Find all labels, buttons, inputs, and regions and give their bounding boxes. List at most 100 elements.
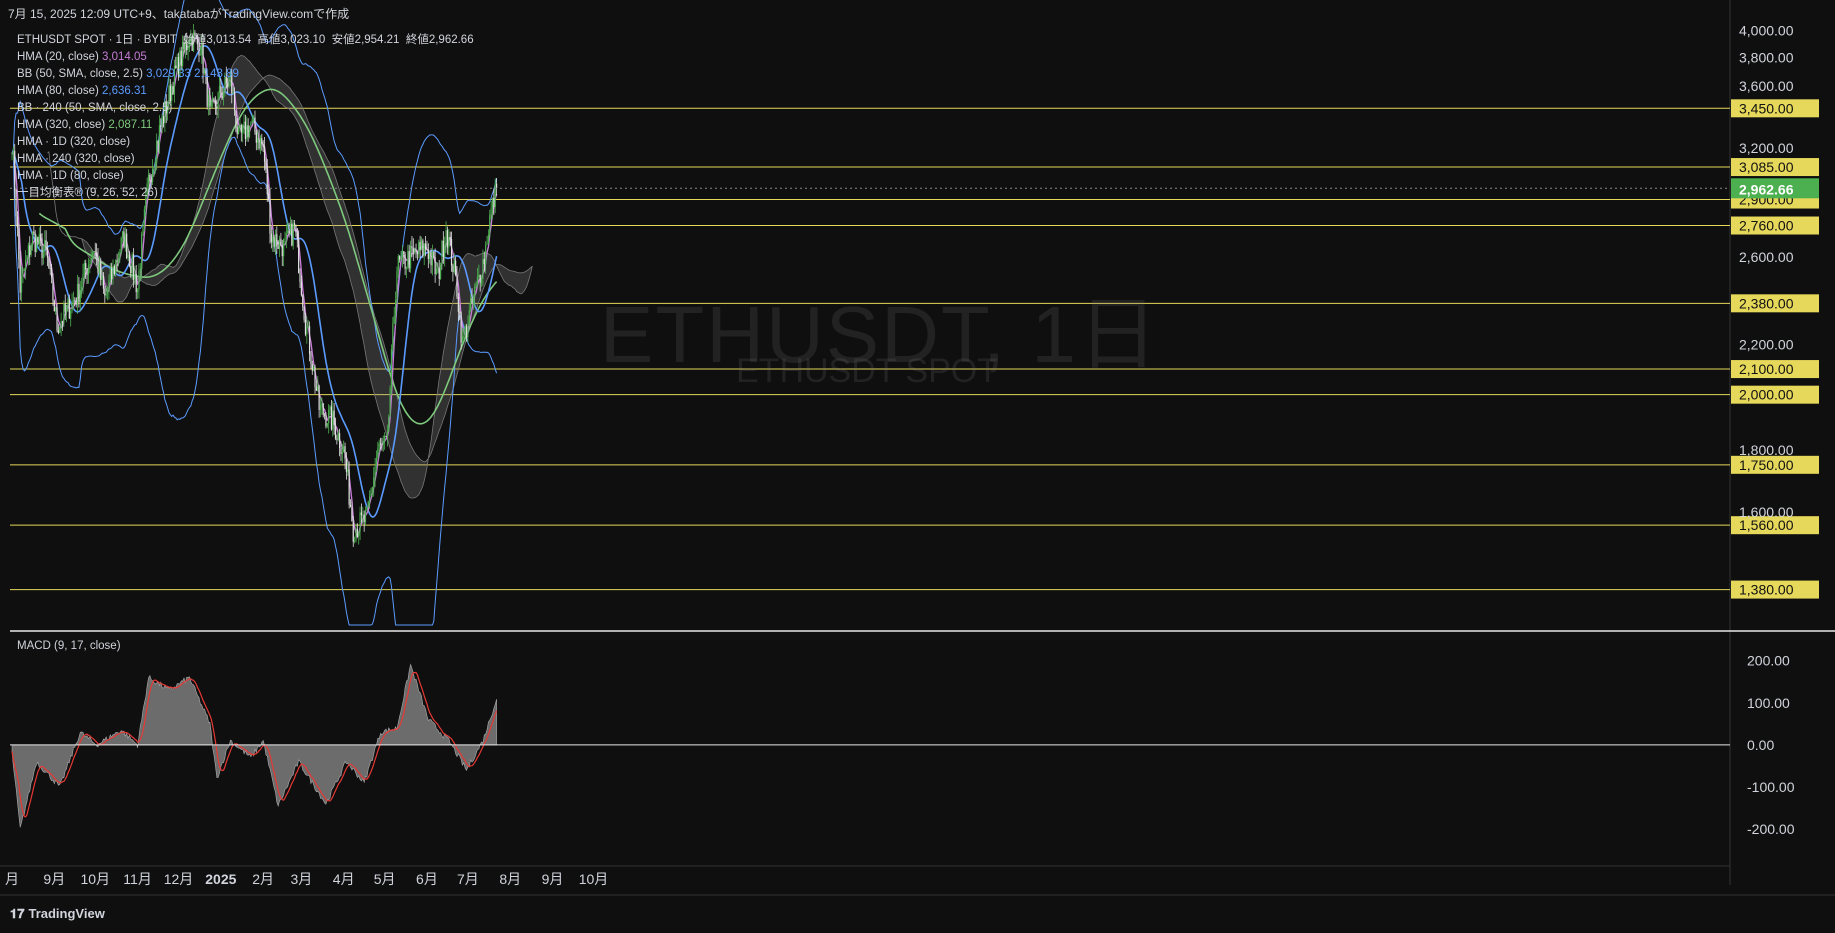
candle-body bbox=[326, 423, 328, 427]
candle-body bbox=[105, 293, 107, 296]
candle-body bbox=[81, 286, 83, 290]
price-axis-tick-label: 3,600.00 bbox=[1739, 78, 1794, 94]
candle-body bbox=[399, 256, 401, 260]
indicator-hma-1d-80[interactable]: HMA · 1D (80, close) bbox=[17, 168, 474, 185]
indicator-name: HMA (80, close) bbox=[17, 85, 99, 97]
candle-body bbox=[456, 274, 458, 297]
candle-body bbox=[446, 230, 449, 248]
candle-body bbox=[438, 267, 440, 279]
candle-body bbox=[46, 247, 49, 258]
candle-body bbox=[423, 243, 425, 256]
candle-body bbox=[495, 183, 498, 189]
indicator-name: HMA · 240 (320, close) bbox=[17, 153, 135, 165]
indicator-bb240[interactable]: BB · 240 (50, SMA, close, 2.5) bbox=[17, 100, 474, 117]
candle-body bbox=[130, 266, 132, 274]
candle-body bbox=[468, 309, 470, 326]
candle-body bbox=[467, 325, 469, 337]
candle-body bbox=[485, 244, 487, 265]
candle-body bbox=[359, 512, 361, 532]
candle-body bbox=[461, 336, 464, 343]
candle-body bbox=[369, 496, 371, 502]
candle-body bbox=[79, 289, 81, 303]
candle-body bbox=[411, 246, 413, 249]
indicator-ichimoku[interactable]: 一目均衡表® (9, 26, 52, 26) bbox=[17, 185, 474, 202]
tradingview-brand-text: TradingView bbox=[28, 906, 105, 921]
candle-body bbox=[397, 256, 399, 272]
candle-body bbox=[400, 257, 402, 260]
candle-body bbox=[276, 234, 278, 247]
candle-body bbox=[287, 230, 289, 234]
candle-body bbox=[272, 236, 274, 243]
candle-body bbox=[115, 260, 117, 274]
candle-body bbox=[72, 300, 75, 302]
candle-body bbox=[343, 446, 345, 453]
candle-body bbox=[48, 257, 50, 269]
candle-body bbox=[356, 528, 358, 537]
candle-body bbox=[44, 240, 46, 250]
candle-body bbox=[490, 208, 492, 215]
candle-body bbox=[74, 300, 76, 302]
candle-body bbox=[450, 239, 453, 266]
candle-body bbox=[16, 216, 19, 228]
candle-body bbox=[409, 246, 412, 269]
indicator-hma-1d-320[interactable]: HMA · 1D (320, close) bbox=[17, 134, 474, 151]
candle-body bbox=[61, 321, 64, 323]
candle-body bbox=[283, 238, 285, 257]
candle-body bbox=[35, 236, 38, 253]
low-label: 安値 bbox=[331, 34, 355, 46]
candle-body bbox=[474, 286, 476, 297]
close-value: 2,962.66 bbox=[428, 34, 474, 46]
candle-body bbox=[407, 251, 409, 267]
candle-body bbox=[67, 299, 69, 306]
candle-body bbox=[98, 261, 100, 273]
candle-body bbox=[29, 245, 31, 255]
candle-body bbox=[334, 424, 337, 439]
close-label: 終値 bbox=[405, 34, 429, 46]
indicator-hma80[interactable]: HMA (80, close) 2,636.31 bbox=[17, 83, 474, 100]
time-axis-tick-label: 8月 bbox=[499, 871, 521, 887]
high-label: 高値 bbox=[257, 34, 281, 46]
candle-body bbox=[87, 264, 90, 276]
price-axis-tick-label: 2,200.00 bbox=[1739, 337, 1794, 353]
candle-body bbox=[459, 311, 461, 313]
candle-body bbox=[429, 252, 431, 259]
candle-body bbox=[475, 282, 477, 287]
open-value: 3,013.54 bbox=[206, 34, 252, 46]
candle-body bbox=[14, 150, 16, 191]
candle-body bbox=[124, 233, 126, 248]
candle-body bbox=[455, 260, 457, 275]
tradingview-logo[interactable]: 𝟏𝟕 TradingView bbox=[10, 906, 105, 922]
indicator-hma-240-320[interactable]: HMA · 240 (320, close) bbox=[17, 151, 474, 168]
symbol-name[interactable]: ETHUSDT SPOT · 1日 · BYBIT bbox=[17, 34, 177, 46]
candle-body bbox=[347, 469, 349, 472]
candle-body bbox=[45, 240, 47, 248]
indicator-hma320[interactable]: HMA (320, close) 2,087.11 bbox=[17, 117, 474, 134]
candle-body bbox=[90, 258, 92, 265]
indicator-legend: ETHUSDT SPOT · 1日 · BYBIT 始値3,013.54 高値3… bbox=[17, 32, 474, 202]
candle-body bbox=[418, 242, 420, 255]
candle-body bbox=[486, 243, 488, 245]
level-price-label: 2,380.00 bbox=[1739, 295, 1794, 311]
candle-body bbox=[117, 258, 120, 263]
candle-body bbox=[386, 431, 388, 437]
symbol-ohlc-line[interactable]: ETHUSDT SPOT · 1日 · BYBIT 始値3,013.54 高値3… bbox=[17, 32, 474, 49]
level-price-label: 3,450.00 bbox=[1739, 100, 1794, 116]
indicator-value: 2,087.11 bbox=[108, 119, 153, 131]
candle-body bbox=[284, 238, 286, 240]
candle-body bbox=[412, 248, 414, 252]
candle-body bbox=[337, 432, 339, 440]
indicator-name: HMA (20, close) bbox=[17, 51, 99, 63]
symbol-watermark-sub: ETHUSDT SPOT bbox=[736, 352, 998, 390]
candle-body bbox=[330, 406, 333, 430]
candle-body bbox=[59, 326, 61, 333]
candle-body bbox=[442, 240, 444, 257]
indicator-bb50[interactable]: BB (50, SMA, close, 2.5) 3,029.33 2,143.… bbox=[17, 66, 474, 83]
candle-body bbox=[299, 272, 301, 282]
indicator-hma20[interactable]: HMA (20, close) 3,014.05 bbox=[17, 49, 474, 66]
candle-body bbox=[315, 387, 317, 391]
macd-legend[interactable]: MACD (9, 17, close) bbox=[17, 640, 121, 652]
macd-axis-tick-label: 200.00 bbox=[1747, 653, 1790, 669]
macd-axis-tick-label: -100.00 bbox=[1747, 779, 1795, 795]
candle-body bbox=[378, 443, 380, 449]
candle-body bbox=[68, 299, 70, 319]
